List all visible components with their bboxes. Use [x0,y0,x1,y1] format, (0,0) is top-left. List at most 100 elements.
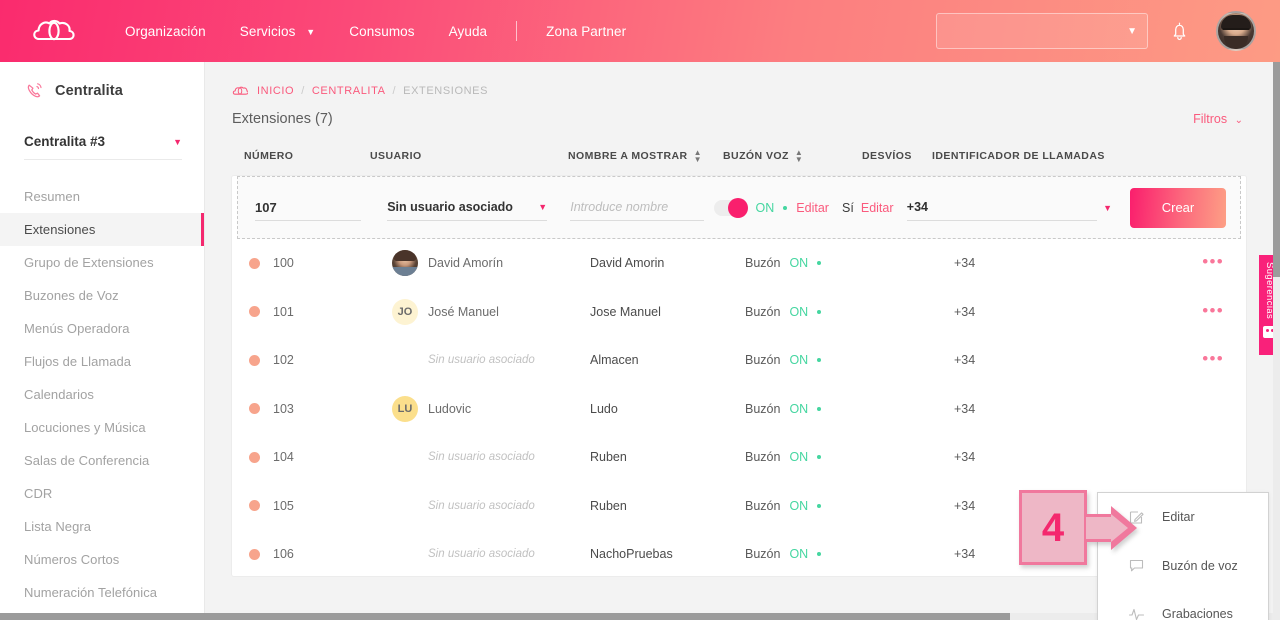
sidebar-item-flujos-de-llamada[interactable]: Flujos de Llamada [0,345,204,378]
breadcrumb-centralita[interactable]: CENTRALITA [312,85,386,97]
sidebar-item-cdr[interactable]: CDR [0,477,204,510]
chevron-down-icon: ▼ [306,26,316,37]
sort-icon: ▲ ▼ [693,148,702,164]
extensions-table-card: 107 Sin usuario asociado ▼ Introduce nom… [232,176,1269,620]
table-row[interactable]: 103 LU Ludovic Ludo Buzón ON +34 [232,385,1246,434]
sidebar-item-menus-operadora[interactable]: Menús Operadora [0,312,204,345]
create-button[interactable]: Crear [1130,187,1226,228]
column-header-nombre-a-mostrar[interactable]: NOMBRE A MOSTRAR ▲ ▼ [568,148,723,164]
user-avatar[interactable] [1216,11,1256,51]
row-voicemail-label: Buzón [745,450,781,465]
new-row-forward-cell: Sí Editar [842,201,907,215]
new-row-action-cell: Crear [1130,187,1240,228]
sidebar-divider [24,159,182,160]
sidebar-item-locuciones-y-musica[interactable]: Locuciones y Música [0,411,204,444]
new-row-caller-id-field[interactable]: +34 [906,195,1097,221]
row-number: 103 [273,401,294,416]
row-caller-id: +34 [954,401,976,416]
row-voicemail-state: ON [789,450,809,465]
nav-item-ayuda[interactable]: Ayuda [432,24,505,39]
row-number-cell: 100 [232,256,392,270]
new-row-user-value: Sin usuario asociado [387,200,513,214]
status-dot-icon [249,257,260,269]
sidebar-item-label: CDR [24,486,53,501]
table-row[interactable]: 104 Sin usuario asociado Ruben Buzón ON … [232,433,1246,482]
new-row-caller-id-value: +34 [906,200,928,214]
status-dot-icon [249,306,260,318]
sidebar-item-extensiones[interactable]: Extensiones [0,213,204,246]
sidebar-item-salas-de-conferencia[interactable]: Salas de Conferencia [0,444,204,477]
table-row[interactable]: 101 JO José Manuel Jose Manuel Buzón ON … [232,288,1246,337]
voicemail-edit-link[interactable]: Editar [796,201,829,215]
row-caller-id: +34 [954,304,976,319]
column-header-buzon-voz[interactable]: BUZÓN VOZ ▲ ▼ [723,148,862,164]
voicemail-state-label: ON [755,200,775,215]
row-menu-button[interactable]: ••• [1202,349,1224,368]
row-user-name: Sin usuario asociado [428,354,535,367]
breadcrumb-inicio[interactable]: INICIO [257,85,294,97]
new-row-number-field[interactable]: 107 [255,195,361,221]
row-voicemail-cell: Buzón ON [745,353,884,367]
horizontal-scrollbar-thumb[interactable] [0,613,1010,620]
nav-item-organizacion[interactable]: Organización [108,24,223,39]
centralita-selector[interactable]: Centralita #3 ▼ [24,134,182,149]
context-menu-item-grabaciones[interactable]: Grabaciones [1098,590,1268,620]
account-select[interactable]: ▼ [936,13,1148,49]
sidebar-item-buzones-de-voz[interactable]: Buzones de Voz [0,279,204,312]
nav-item-servicios[interactable]: Servicios ▼ [223,24,333,39]
new-row-user-cell: Sin usuario asociado ▼ [387,195,570,221]
sidebar-item-numeros-cortos[interactable]: Números Cortos [0,543,204,576]
avatar-beard [1224,36,1248,49]
nav-item-label: Zona Partner [546,23,627,39]
row-display-name: Almacen [590,353,639,368]
row-voicemail-cell: Buzón ON [745,547,884,561]
voicemail-toggle[interactable] [713,197,748,218]
sidebar-item-numeracion-telefonica[interactable]: Numeración Telefónica [0,576,204,609]
filters-toggle[interactable]: Filtros ⌄ [1193,112,1243,126]
avatar: LU [392,395,418,422]
avatar-shirt [392,267,418,277]
new-row-display-name-cell: Introduce nombre [570,195,713,221]
nav-item-zona-partner[interactable]: Zona Partner [529,24,643,39]
brand-logo[interactable] [0,18,108,44]
row-voicemail-cell: Buzón ON [745,450,884,464]
breadcrumb-separator: / [392,85,397,97]
notifications-button[interactable] [1148,22,1210,41]
sidebar-item-label: Buzones de Voz [24,288,119,303]
sidebar-item-calendarios[interactable]: Calendarios [0,378,204,411]
row-voicemail-state: ON [789,498,809,513]
table-row[interactable]: 100 David Amorín David Amorin Buzón ON +… [232,239,1246,288]
row-user-cell: Sin usuario asociado [392,354,590,366]
status-dot-icon [817,406,822,411]
sidebar-item-label: Salas de Conferencia [24,453,150,468]
sidebar: Centralita Centralita #3 ▼ Resumen Exten… [0,62,205,620]
sidebar-item-lista-negra[interactable]: Lista Negra [0,510,204,543]
sidebar-item-grupo-de-extensiones[interactable]: Grupo de Extensiones [0,246,204,279]
vertical-scrollbar-thumb[interactable] [1273,62,1280,277]
forward-state-label: Sí [842,200,854,215]
sort-icon: ▲ ▼ [794,148,804,164]
row-menu-button[interactable]: ••• [1202,301,1224,320]
phone-ring-icon [27,83,42,98]
row-actions-cell: ••• [1202,252,1246,272]
row-caller-id-cell: +34 [954,303,1194,321]
sidebar-menu: Resumen Extensiones Grupo de Extensiones… [0,180,204,609]
row-user-cell: Sin usuario asociado [392,548,590,560]
avatar-glasses [1223,28,1249,35]
row-user-cell: David Amorín [392,250,590,277]
vertical-scrollbar[interactable] [1273,62,1280,620]
new-row-display-name-field[interactable]: Introduce nombre [570,195,705,221]
row-caller-id-cell: +34 [954,448,1194,466]
forward-edit-link[interactable]: Editar [861,201,894,215]
nav-item-consumos[interactable]: Consumos [332,24,431,39]
table-row[interactable]: 102 Sin usuario asociado Almacen Buzón O… [232,336,1246,385]
new-row-user-select[interactable]: Sin usuario asociado ▼ [387,195,548,221]
row-number: 102 [273,353,294,368]
sidebar-item-resumen[interactable]: Resumen [0,180,204,213]
new-row-display-name-placeholder: Introduce nombre [570,200,669,214]
waveform-icon [1129,607,1144,620]
row-menu-button[interactable]: ••• [1202,252,1224,271]
callout-arrow-inner [1111,513,1128,542]
horizontal-scrollbar[interactable] [0,613,1273,620]
main-content: INICIO / CENTRALITA / EXTENSIONES Extens… [205,62,1273,620]
